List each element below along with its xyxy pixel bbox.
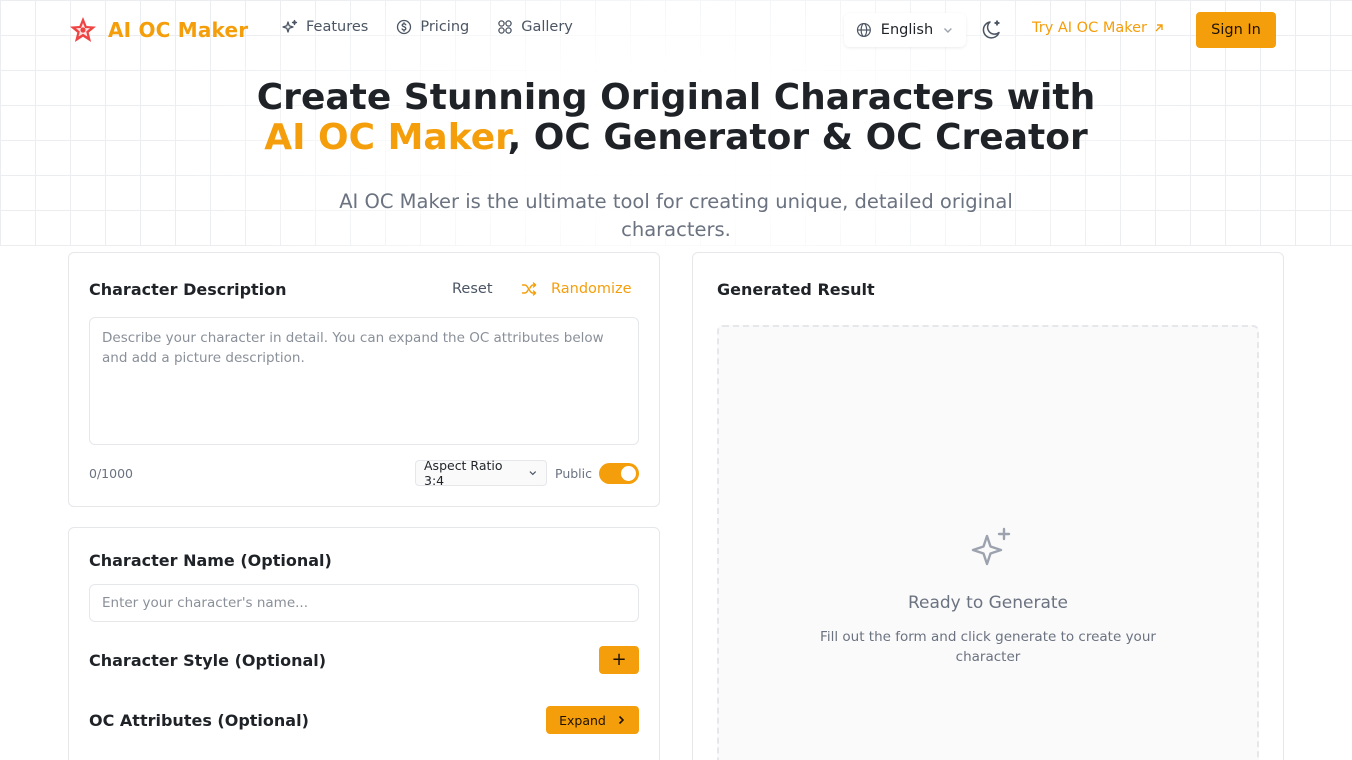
hero-subtitle: AI OC Maker is the ultimate tool for cre… — [339, 190, 1013, 241]
globe-icon — [856, 22, 871, 38]
sign-in-button[interactable]: Sign In — [1196, 12, 1276, 48]
theme-toggle-button[interactable] — [980, 18, 1004, 42]
reset-button[interactable]: Reset — [452, 281, 493, 297]
nav-item-pricing[interactable]: Pricing — [396, 19, 469, 35]
logo[interactable]: AI OC Maker — [68, 15, 248, 45]
star-logo-icon — [70, 17, 96, 42]
hero-title: Create Stunning Original Characters with… — [0, 78, 1352, 158]
try-link-label: Try AI OC Maker — [1032, 20, 1147, 36]
character-options-card: Character Name (Optional) Character Styl… — [68, 527, 660, 760]
character-style-title: Character Style (Optional) — [89, 651, 327, 670]
ready-subtitle: Fill out the form and click generate to … — [820, 629, 1156, 665]
moon-icon — [982, 20, 1000, 39]
chevron-down-icon — [529, 471, 537, 476]
character-description-textarea[interactable] — [89, 317, 639, 445]
language-label: English — [880, 22, 934, 38]
nav-label: Gallery — [521, 19, 573, 35]
randomize-button[interactable]: Randomize — [521, 281, 632, 297]
main-nav: Features Pricing Gallery — [282, 19, 573, 35]
brand-name: AI OC Maker — [108, 18, 249, 42]
generated-result-title: Generated Result — [717, 280, 875, 299]
site-header: AI OC Maker Features Pricing Gallery Eng… — [0, 0, 1352, 60]
toggle-knob — [621, 466, 636, 481]
generated-result-card: Generated Result Ready to Generate Fill … — [692, 252, 1284, 760]
hero-title-line1: Create Stunning Original Characters with — [256, 77, 1096, 118]
aspect-ratio-label: Aspect Ratio 3:4 — [424, 458, 503, 488]
nav-label: Pricing — [420, 19, 470, 35]
character-description-card: Character Description Reset Randomize 0/… — [68, 252, 660, 507]
expand-label: Expand — [559, 712, 606, 728]
nav-item-gallery[interactable]: Gallery — [497, 19, 573, 35]
hero-title-rest: , OC Generator & OC Creator — [507, 117, 1088, 158]
character-description-title: Character Description — [89, 280, 287, 299]
language-select[interactable]: English — [844, 13, 966, 47]
sparkles-icon — [282, 19, 298, 33]
character-name-input[interactable] — [89, 584, 639, 622]
aspect-ratio-select[interactable]: Aspect Ratio 3:4 — [415, 458, 547, 488]
chevron-right-icon — [618, 715, 625, 725]
sparkle-icon — [971, 527, 1011, 566]
result-placeholder-area: Ready to Generate Fill out the form and … — [717, 325, 1259, 760]
hero-title-accent: AI OC Maker — [264, 117, 508, 158]
try-ai-oc-maker-link[interactable]: Try AI OC Maker — [1032, 20, 1165, 36]
add-style-button[interactable]: + — [599, 646, 639, 674]
grid-icon — [498, 20, 512, 34]
dollar-coin-icon — [397, 19, 412, 35]
character-count: 0/1000 — [89, 466, 133, 481]
arrow-up-right-icon — [1155, 24, 1163, 32]
randomize-label: Randomize — [551, 281, 632, 297]
public-label: Public — [555, 466, 592, 481]
nav-item-features[interactable]: Features — [282, 19, 368, 35]
shuffle-icon — [521, 282, 537, 296]
expand-attributes-button[interactable]: Expand — [546, 706, 639, 734]
chevron-down-icon — [944, 28, 953, 33]
character-name-title: Character Name (Optional) — [89, 551, 332, 570]
ready-title: Ready to Generate — [907, 593, 1069, 613]
oc-attributes-title: OC Attributes (Optional) — [89, 711, 309, 730]
public-toggle[interactable] — [599, 463, 639, 484]
nav-label: Features — [306, 19, 369, 35]
